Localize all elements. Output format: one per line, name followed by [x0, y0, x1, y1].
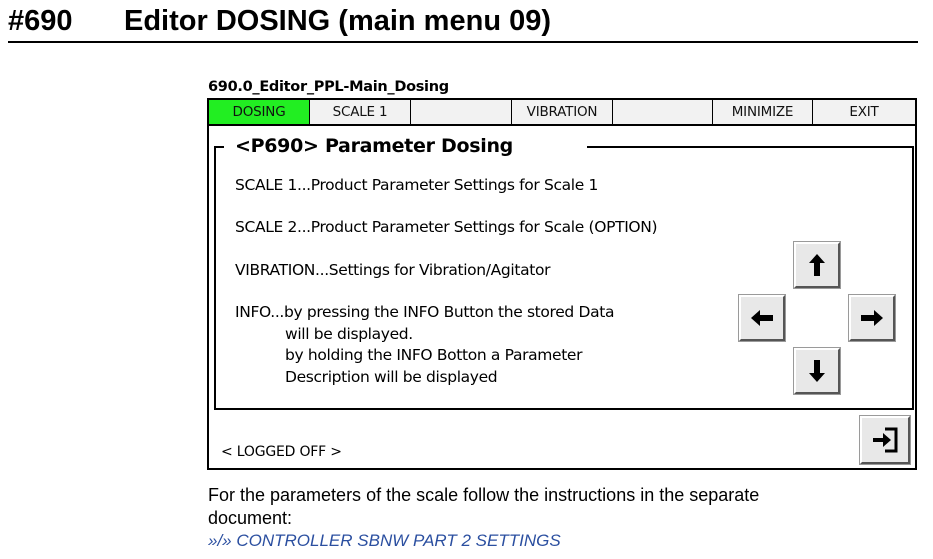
- info-line-scale-2: SCALE 2...Product Parameter Settings for…: [235, 218, 658, 236]
- arrow-up-button[interactable]: [794, 242, 840, 288]
- controller-settings-link[interactable]: »/» CONTROLLER SBNW PART 2 SETTINGS: [208, 531, 561, 551]
- footer-text-line-2: document:: [208, 508, 293, 528]
- document-heading: #690 Editor DOSING (main menu 09): [8, 4, 918, 43]
- info-line-info-4: Description will be displayed: [285, 368, 498, 386]
- enter-button[interactable]: [860, 416, 910, 464]
- figure-caption: 690.0_Editor_PPL-Main_Dosing: [208, 79, 449, 95]
- tab-dosing[interactable]: DOSING: [209, 100, 310, 124]
- tab-scale-1[interactable]: SCALE 1: [310, 100, 411, 124]
- section-number: #690: [8, 5, 73, 37]
- tab-vibration[interactable]: VIBRATION: [512, 100, 613, 124]
- tab-exit[interactable]: EXIT: [813, 100, 915, 124]
- panel-border-left: [214, 146, 224, 148]
- tab-minimize[interactable]: MINIMIZE: [713, 100, 813, 124]
- tab-bar: DOSING SCALE 1 VIBRATION MINIMIZE EXIT: [209, 100, 915, 126]
- arrow-down-button[interactable]: [794, 348, 840, 394]
- footer-text-line-1: For the parameters of the scale follow t…: [208, 485, 760, 505]
- enter-icon: [873, 427, 898, 453]
- panel-border-right: [587, 146, 912, 148]
- arrow-up-icon: [809, 254, 825, 276]
- info-line-info: INFO...by pressing the INFO Button the s…: [235, 303, 615, 321]
- tab-empty-2[interactable]: [613, 100, 713, 124]
- info-line-info-3: by holding the INFO Botton a Parameter: [285, 346, 583, 364]
- info-line-scale-1: SCALE 1...Product Parameter Settings for…: [235, 176, 599, 194]
- arrow-right-icon: [861, 310, 883, 326]
- panel-title: <P690> Parameter Dosing: [233, 135, 515, 157]
- arrow-left-icon: [751, 310, 773, 326]
- info-line-vibration: VIBRATION...Settings for Vibration/Agita…: [235, 261, 551, 279]
- login-status: < LOGGED OFF >: [221, 444, 342, 460]
- arrow-left-button[interactable]: [739, 295, 785, 341]
- arrow-down-icon: [809, 360, 825, 382]
- section-title: Editor DOSING (main menu 09): [124, 5, 551, 37]
- info-line-info-2: will be displayed.: [285, 325, 413, 343]
- arrow-right-button[interactable]: [849, 295, 895, 341]
- editor-screen: DOSING SCALE 1 VIBRATION MINIMIZE EXIT <…: [207, 98, 917, 470]
- tab-empty-1[interactable]: [411, 100, 512, 124]
